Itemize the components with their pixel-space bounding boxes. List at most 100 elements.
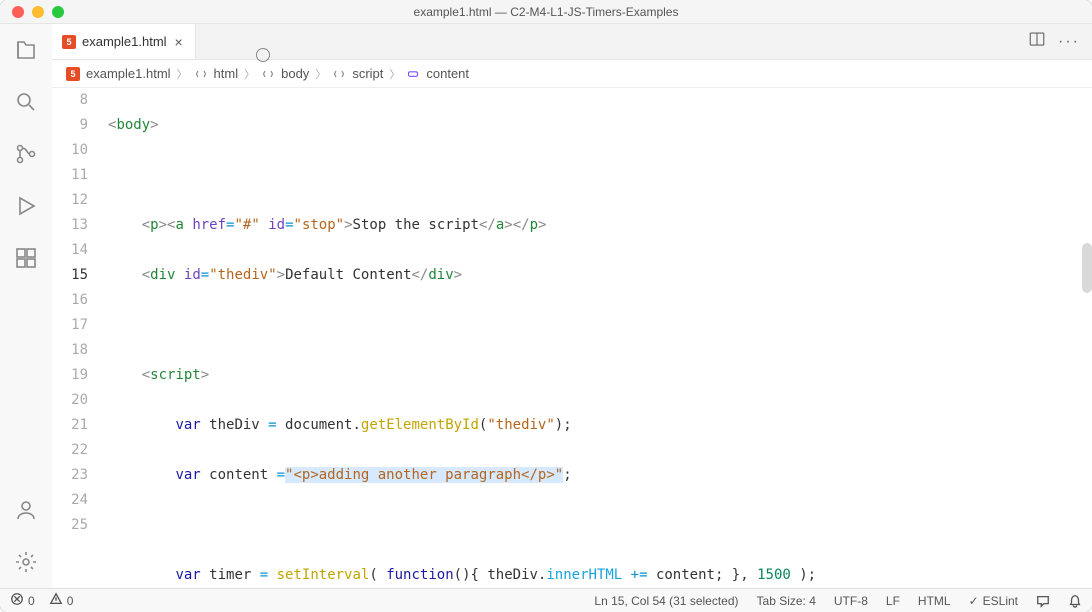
line-number: 11 [52, 163, 88, 188]
account-icon[interactable] [12, 496, 40, 524]
close-window-button[interactable] [12, 6, 24, 18]
punct: < [142, 267, 150, 283]
line-number: 23 [52, 463, 88, 488]
chevron-right-icon: 〉 [389, 66, 400, 82]
id: content [201, 467, 277, 483]
punct: > [344, 217, 352, 233]
kw: var [175, 567, 200, 583]
scrollbar-thumb[interactable] [1082, 243, 1092, 293]
zoom-window-button[interactable] [52, 6, 64, 18]
encoding[interactable]: UTF-8 [834, 594, 868, 608]
id: theDiv [201, 417, 268, 433]
source-control-icon[interactable] [12, 140, 40, 168]
line-number: 9 [52, 113, 88, 138]
tab-example1[interactable]: 5 example1.html × [52, 24, 196, 59]
bc-html[interactable]: html [214, 66, 239, 81]
selection: "<p>adding another paragraph</p>" [285, 467, 563, 483]
bc-file-icon: 5 [66, 67, 80, 81]
tab-bar: 5 example1.html × ··· [52, 24, 1092, 60]
eol[interactable]: LF [886, 594, 900, 608]
loading-cursor-icon [256, 48, 270, 62]
check-icon: ✓ [969, 594, 979, 608]
bc-file[interactable]: example1.html [86, 66, 171, 81]
extensions-icon[interactable] [12, 244, 40, 272]
id: timer [201, 567, 260, 583]
code-area[interactable]: <body> <p><a href="#" id="stop">Stop the… [108, 88, 1092, 588]
punct: > [150, 117, 158, 133]
tag: p [150, 217, 158, 233]
chevron-right-icon: 〉 [177, 66, 188, 82]
more-actions-icon[interactable]: ··· [1058, 33, 1080, 51]
chevron-right-icon: 〉 [244, 66, 255, 82]
attr: href [192, 217, 226, 233]
eq: = [201, 267, 209, 283]
line-number: 18 [52, 338, 88, 363]
activity-bar [0, 24, 52, 588]
line-number: 17 [52, 313, 88, 338]
line-number: 22 [52, 438, 88, 463]
window-title: example1.html — C2-M4-L1-JS-Timers-Examp… [0, 5, 1092, 19]
settings-gear-icon[interactable] [12, 548, 40, 576]
bell-icon[interactable] [1068, 594, 1082, 608]
punct: ; [563, 467, 571, 483]
bc-content[interactable]: content [426, 66, 469, 81]
punct: < [142, 367, 150, 383]
tag: body [116, 117, 150, 133]
html5-icon: 5 [62, 35, 76, 49]
tag: a [175, 217, 183, 233]
search-icon[interactable] [12, 88, 40, 116]
punct: > [201, 367, 209, 383]
warning-icon [49, 592, 63, 609]
split-editor-icon[interactable] [1028, 30, 1046, 53]
explorer-icon[interactable] [12, 36, 40, 64]
run-debug-icon[interactable] [12, 192, 40, 220]
eq: = [268, 417, 276, 433]
warnings-count: 0 [67, 594, 74, 608]
minimize-window-button[interactable] [32, 6, 44, 18]
line-gutter: 8910111213141516171819202122232425 [52, 88, 108, 588]
id: content; }, [656, 567, 757, 583]
cursor-position[interactable]: Ln 15, Col 54 (31 selected) [594, 594, 738, 608]
errors-item[interactable]: 0 [10, 592, 35, 609]
error-icon [10, 592, 24, 609]
str: "#" [234, 217, 259, 233]
line-number: 8 [52, 88, 88, 113]
str: "thediv" [487, 417, 554, 433]
traffic-lights [0, 6, 64, 18]
punct: ); [555, 417, 572, 433]
chevron-right-icon: 〉 [315, 66, 326, 82]
bc-script[interactable]: script [352, 66, 383, 81]
code-editor[interactable]: 8910111213141516171819202122232425 <body… [52, 88, 1092, 588]
line-number: 16 [52, 288, 88, 313]
text: Stop the script [353, 217, 479, 233]
warnings-item[interactable]: 0 [49, 592, 74, 609]
kw: function [386, 567, 453, 583]
line-number: 24 [52, 488, 88, 513]
punct: > [454, 267, 462, 283]
line-number: 15 [52, 263, 88, 288]
titlebar: example1.html — C2-M4-L1-JS-Timers-Examp… [0, 0, 1092, 24]
tab-size[interactable]: Tab Size: 4 [757, 594, 816, 608]
id: document. [277, 417, 361, 433]
sp [175, 267, 183, 283]
eslint-status[interactable]: ✓ ESLint [969, 594, 1018, 608]
punct: > [277, 267, 285, 283]
attr: id [268, 217, 285, 233]
breadcrumbs[interactable]: 5 example1.html 〉 html 〉 body 〉 script 〉… [52, 60, 1092, 88]
tab-close-icon[interactable]: × [173, 34, 185, 50]
line-number: 12 [52, 188, 88, 213]
app-window: example1.html — C2-M4-L1-JS-Timers-Examp… [0, 0, 1092, 612]
feedback-icon[interactable] [1036, 594, 1050, 608]
errors-count: 0 [28, 594, 35, 608]
tag: script [150, 367, 201, 383]
eq: = [260, 567, 268, 583]
bc-body[interactable]: body [281, 66, 309, 81]
bc-body-icon [261, 67, 275, 81]
line-number: 10 [52, 138, 88, 163]
punct: < [142, 217, 150, 233]
line-number: 14 [52, 238, 88, 263]
language-mode[interactable]: HTML [918, 594, 951, 608]
eq: = [277, 467, 285, 483]
num: 1500 [757, 567, 791, 583]
bc-html-icon [194, 67, 208, 81]
